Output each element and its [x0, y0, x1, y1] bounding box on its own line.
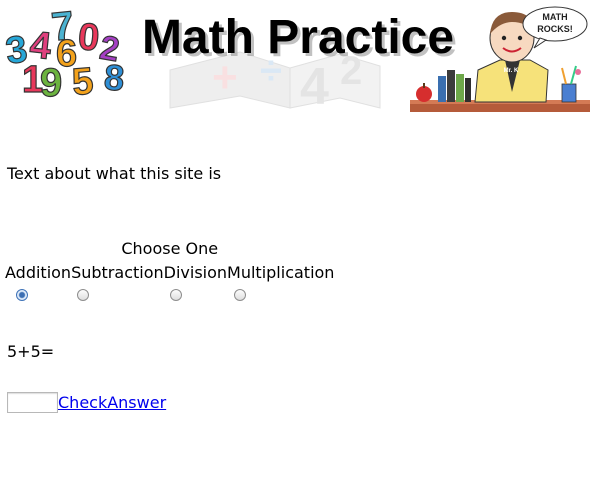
numbers-logo-icon: 3 4 7 6 0 2 1 9 5 8	[3, 3, 127, 106]
logo-digit: 8	[103, 56, 126, 98]
banner-artwork: + ÷ 4 2 3 4 7 6 0 2 1 9 5 8 Math Practic…	[3, 3, 590, 112]
operation-label-subtraction: Subtraction	[71, 262, 164, 282]
speech-bubble-line2: ROCKS!	[537, 24, 573, 34]
intro-text: Text about what this site is	[7, 164, 222, 183]
check-answer-link[interactable]: CheckAnswer	[58, 393, 166, 412]
operation-label-addition: Addition	[5, 262, 72, 282]
logo-digit: 9	[40, 61, 62, 105]
radio-division[interactable]	[169, 289, 182, 301]
logo-digit: 5	[70, 60, 95, 104]
radio-subtraction[interactable]	[77, 289, 90, 301]
header-banner: + ÷ 4 2 3 4 7 6 0 2 1 9 5 8 Math Practic…	[0, 0, 599, 112]
operation-label-division: Division	[163, 262, 228, 282]
radio-multiplication[interactable]	[234, 289, 247, 301]
answer-row: CheckAnswer	[7, 392, 166, 413]
chooser-caption: Choose One	[121, 238, 219, 258]
operation-label-multiplication: Multiplication	[227, 262, 335, 282]
logo-digit: 0	[76, 16, 101, 60]
answer-input[interactable]	[7, 392, 58, 413]
character-badge: Mr. K	[504, 68, 519, 74]
speech-bubble-line1: MATH	[542, 12, 567, 22]
operation-chooser: Choose One Addition Subtraction Division…	[5, 236, 334, 308]
banner-title: Math Practice	[142, 11, 454, 64]
math-question: 5+5=	[7, 342, 55, 361]
radio-addition[interactable]	[16, 289, 28, 301]
